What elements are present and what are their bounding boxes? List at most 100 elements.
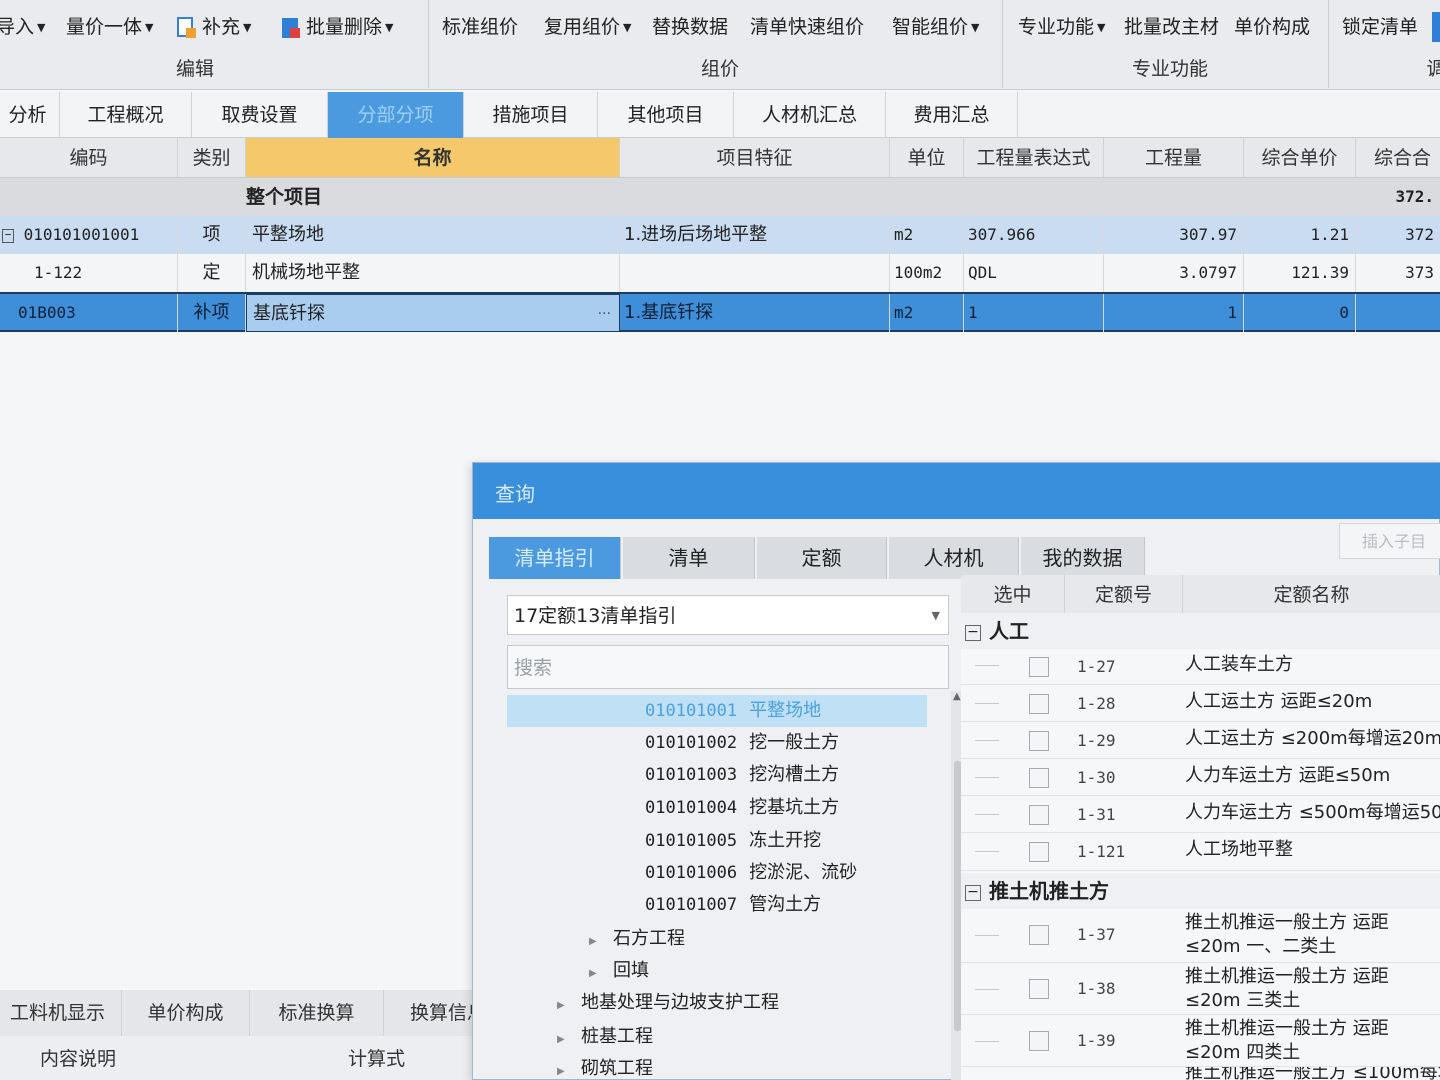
- col-header-feature[interactable]: 项目特征: [620, 138, 890, 178]
- row-checkbox[interactable]: [1029, 805, 1049, 825]
- tree-item[interactable]: 010101002 挖一般土方: [645, 727, 839, 759]
- search-input[interactable]: 搜索: [507, 645, 949, 689]
- tab-other-items[interactable]: 其他项目: [598, 92, 734, 138]
- tab-project-overview[interactable]: 工程概况: [60, 92, 192, 138]
- tab-list[interactable]: 清单: [623, 537, 755, 579]
- row-checkbox[interactable]: [1029, 768, 1049, 788]
- tree-section-pile[interactable]: ▶ 桩基工程: [557, 1021, 653, 1053]
- tree-item[interactable]: 010101004 挖基坑土方: [645, 792, 839, 824]
- row-expression[interactable]: 307.966: [964, 216, 1104, 254]
- dialog-title[interactable]: 查询: [473, 463, 1440, 519]
- quota-row[interactable]: 1-38 推土机推运一般土方 运距≤20m 三类土: [961, 963, 1440, 1015]
- batch-delete-button[interactable]: 批量删除 ▼: [280, 12, 393, 42]
- tab-measures[interactable]: 措施项目: [464, 92, 598, 138]
- insert-subitem-button[interactable]: 插入子目: [1339, 523, 1440, 559]
- row-unit[interactable]: m2: [890, 294, 964, 332]
- quantity-price-button[interactable]: 量价一体 ▼: [66, 12, 153, 42]
- row-checkbox[interactable]: [1029, 731, 1049, 751]
- smart-pricing-button[interactable]: 智能组价 ▼: [892, 12, 979, 42]
- collapse-icon[interactable]: −: [965, 624, 981, 641]
- tab-labor-material-machine[interactable]: 人材机: [889, 537, 1019, 579]
- row-name[interactable]: 平整场地: [246, 216, 620, 254]
- guide-library-select[interactable]: 17定额13清单指引 ▼: [507, 595, 949, 635]
- dropdown-arrow-icon[interactable]: ▼: [932, 596, 940, 636]
- tree-item-selected[interactable]: 010101001 平整场地: [507, 695, 927, 727]
- row-expression[interactable]: QDL: [964, 254, 1104, 292]
- tree-item[interactable]: 010101007 管沟土方: [645, 889, 821, 921]
- table-row[interactable]: 1-122 定 机械场地平整 100m2 QDL 3.0797 121.39 3…: [0, 254, 1440, 292]
- quota-row[interactable]: 1-31 人力车运土方 ≤500m每增运50m: [961, 796, 1440, 833]
- col-header-type[interactable]: 类别: [178, 138, 246, 178]
- tree-section-foundation[interactable]: ▶ 地基处理与边坡支护工程: [557, 987, 779, 1019]
- tab-fee-settings[interactable]: 取费设置: [192, 92, 328, 138]
- row-checkbox[interactable]: [1029, 1031, 1049, 1051]
- row-name[interactable]: 机械场地平整: [246, 254, 620, 292]
- table-row-selected[interactable]: 01B003 补项 基底钎探 ··· 1.基底钎探 m2 1 1 0: [0, 292, 1440, 332]
- quick-list-pricing-button[interactable]: 清单快速组价: [750, 12, 864, 42]
- col-header-code[interactable]: 编码: [0, 138, 178, 178]
- scroll-up-icon[interactable]: ▲: [953, 691, 961, 702]
- tab-labor-material-summary[interactable]: 人材机汇总: [734, 92, 886, 138]
- supplement-button[interactable]: 补充 ▼: [176, 12, 251, 42]
- ellipsis-button[interactable]: ···: [598, 295, 611, 331]
- quota-group-labor[interactable]: − 人工: [961, 613, 1440, 649]
- more-icon[interactable]: [1432, 12, 1440, 42]
- quota-row[interactable]: 1-121 人工场地平整: [961, 833, 1440, 871]
- replace-data-button[interactable]: 替换数据: [652, 12, 728, 42]
- reuse-pricing-button[interactable]: 复用组价 ▼: [544, 12, 631, 42]
- tree-section-masonry[interactable]: ▶ 砌筑工程: [557, 1053, 653, 1080]
- tab-list-guide[interactable]: 清单指引: [489, 537, 621, 579]
- tree-group-backfill[interactable]: ▶ 回填: [589, 955, 649, 987]
- col-header-unit[interactable]: 单位: [890, 138, 964, 178]
- tab-standard-conversion[interactable]: 标准换算: [250, 990, 384, 1036]
- tab-sub-items[interactable]: 分部分项: [328, 92, 464, 138]
- col-header-quota-name[interactable]: 定额名称: [1183, 575, 1440, 615]
- table-row[interactable]: − 010101001001 项 平整场地 1.进场后场地平整 m2 307.9…: [0, 216, 1440, 254]
- col-header-unit-price[interactable]: 综合单价: [1244, 138, 1356, 178]
- row-checkbox[interactable]: [1029, 925, 1049, 945]
- row-quantity[interactable]: 1: [1104, 294, 1244, 332]
- col-header-selected[interactable]: 选中: [961, 575, 1065, 615]
- quota-group-bulldozer[interactable]: − 推土机推土方: [961, 873, 1440, 909]
- quota-row[interactable]: 1-37 推土机推运一般土方 运距≤20m 一、二类土: [961, 909, 1440, 963]
- quota-row[interactable]: 1-28 人工运土方 运距≤20m: [961, 685, 1440, 722]
- standard-pricing-button[interactable]: 标准组价: [442, 12, 518, 42]
- col-header-total[interactable]: 综合合价: [1356, 138, 1440, 209]
- tree-item[interactable]: 010101006 挖淤泥、流砂: [645, 857, 857, 889]
- row-quantity[interactable]: 307.97: [1104, 216, 1244, 254]
- lock-list-button[interactable]: 锁定清单: [1342, 12, 1418, 42]
- row-quantity[interactable]: 3.0797: [1104, 254, 1244, 292]
- import-button[interactable]: 导入 ▼: [0, 12, 45, 42]
- col-header-quota-code[interactable]: 定额号: [1065, 575, 1183, 615]
- collapse-icon[interactable]: −: [965, 884, 981, 901]
- row-checkbox[interactable]: [1029, 979, 1049, 999]
- tab-quota[interactable]: 定额: [757, 537, 887, 579]
- col-header-quantity[interactable]: 工程量: [1104, 138, 1244, 178]
- quota-row[interactable]: 推土机推运一般土方 ≤100m每增: [961, 1067, 1440, 1080]
- tree-group-rock[interactable]: ▶ 石方工程: [589, 923, 685, 955]
- batch-change-material-button[interactable]: 批量改主材: [1124, 12, 1219, 42]
- row-feature[interactable]: 1.基底钎探: [620, 294, 890, 332]
- tree-item[interactable]: 010101005 冻土开挖: [645, 825, 821, 857]
- quota-row[interactable]: 1-30 人力车运土方 运距≤50m: [961, 759, 1440, 796]
- tab-labor-material-display[interactable]: 工料机显示: [0, 990, 122, 1036]
- row-feature[interactable]: 1.进场后场地平整: [620, 216, 890, 254]
- col-header-expression[interactable]: 工程量表达式: [964, 138, 1104, 178]
- quota-row[interactable]: 1-27 人工装车土方: [961, 647, 1440, 685]
- row-checkbox[interactable]: [1029, 694, 1049, 714]
- row-name-editor[interactable]: 基底钎探 ···: [246, 294, 620, 332]
- tab-my-data[interactable]: 我的数据: [1021, 537, 1145, 579]
- row-checkbox[interactable]: [1029, 842, 1049, 862]
- tree-item[interactable]: 010101003 挖沟槽土方: [645, 759, 839, 791]
- tab-unit-price-composition[interactable]: 单价构成: [122, 990, 250, 1036]
- row-checkbox[interactable]: [1029, 657, 1049, 677]
- row-expression[interactable]: 1: [964, 294, 1104, 332]
- collapse-icon[interactable]: −: [2, 228, 14, 243]
- row-unit[interactable]: 100m2: [890, 254, 964, 292]
- unit-price-composition-button[interactable]: 单价构成: [1234, 12, 1310, 42]
- tab-analysis[interactable]: 分析: [0, 92, 60, 138]
- quota-row[interactable]: 1-39 推土机推运一般土方 运距≤20m 四类土: [961, 1015, 1440, 1067]
- quota-row[interactable]: 1-29 人工运土方 ≤200m每增运20m: [961, 722, 1440, 759]
- col-header-name[interactable]: 名称: [246, 138, 620, 178]
- summary-row[interactable]: 整个项目 372.: [0, 178, 1440, 216]
